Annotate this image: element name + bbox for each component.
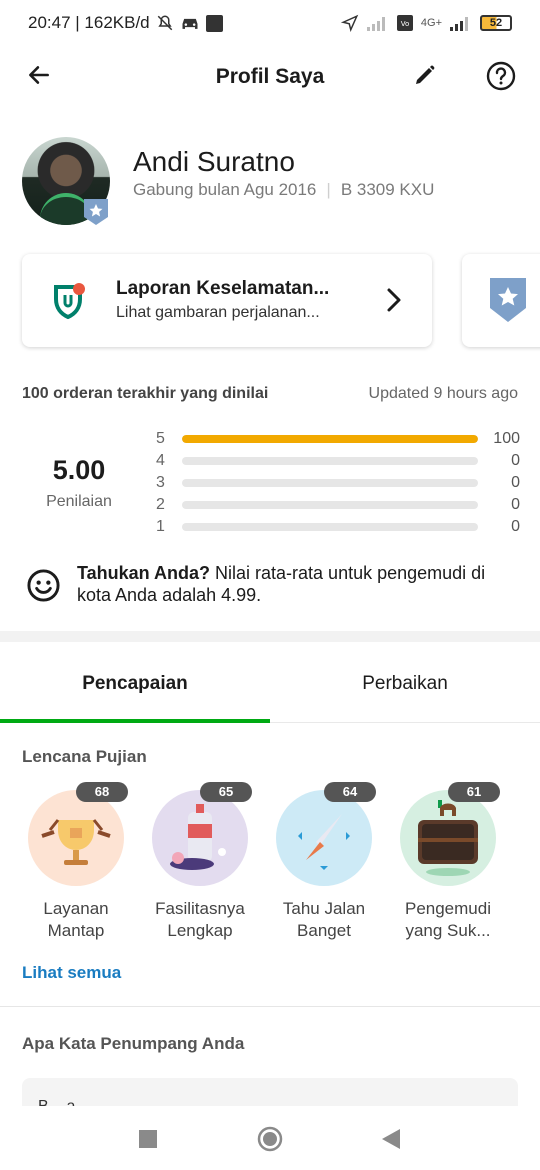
star-badge-icon <box>84 199 108 225</box>
rating-header: 100 orderan terakhir yang dinilai Update… <box>22 385 518 403</box>
join-date: Gabung bulan Agu 2016 <box>133 180 317 199</box>
volte-icon: Vo <box>396 15 413 31</box>
star-level: 2 <box>156 496 165 513</box>
recents-button[interactable] <box>133 1124 163 1154</box>
app-bar: Profil Saya <box>0 46 540 108</box>
star-level: 5 <box>156 430 165 447</box>
help-icon <box>486 61 516 91</box>
trophy-icon <box>41 819 111 865</box>
back-nav-button[interactable] <box>376 1124 406 1154</box>
rating-count: 0 <box>511 518 520 535</box>
home-circle-icon <box>257 1126 283 1152</box>
badge-circle <box>28 790 124 886</box>
compliments-title: Lencana Pujian <box>22 747 147 766</box>
rating-score: 5.00 <box>52 455 106 485</box>
updated-time: Updated 9 hours ago <box>368 385 518 402</box>
rating-count: 0 <box>511 474 520 491</box>
badge-label: Tahu Jalan Banget <box>282 899 366 940</box>
profile-subtitle: Gabung bulan Agu 2016 | B 3309 KXU <box>133 180 434 200</box>
badge-count: 68 <box>76 782 128 802</box>
star-level: 4 <box>156 452 165 469</box>
bottle-icon <box>170 804 226 870</box>
edit-pencil-icon <box>416 65 435 84</box>
rating-tip: Tahukan Anda? Nilai rata-rata untuk peng… <box>26 562 496 606</box>
safety-card-title: Laporan Keselamatan... <box>116 278 330 299</box>
svg-text:Vo: Vo <box>401 20 410 28</box>
car-icon <box>182 18 198 29</box>
license-plate: B 3309 KXU <box>340 180 435 199</box>
rating-row-3: 3 0 <box>156 472 526 494</box>
signal-icon <box>366 17 385 31</box>
star-level: 3 <box>156 474 165 491</box>
divider <box>0 1006 540 1007</box>
location-arrow-icon <box>340 14 359 32</box>
rating-bar-track <box>182 479 478 487</box>
rating-count: 0 <box>511 452 520 469</box>
smiley-icon <box>27 569 60 602</box>
safety-report-card[interactable]: Laporan Keselamatan... Lihat gambaran pe… <box>22 254 432 347</box>
tab-improvements[interactable]: Perbaikan <box>270 643 540 722</box>
tab-achievements[interactable]: Pencapaian <box>0 643 270 723</box>
rating-bar-track <box>182 523 478 531</box>
rating-bar-track <box>182 457 478 465</box>
passenger-feedback-title: Apa Kata Penumpang Anda <box>22 1034 245 1053</box>
status-bar: 20:47 | 162KB/d Vo 4G+ 52 <box>0 0 540 46</box>
badge-count: 61 <box>448 782 500 802</box>
suitcase-icon <box>418 800 478 876</box>
status-left: 20:47 | 162KB/d <box>28 13 223 33</box>
separator: | <box>326 180 331 199</box>
profile-name: Andi Suratno <box>133 146 295 177</box>
signal-icon-2 <box>450 17 468 31</box>
rating-bar-fill <box>182 435 478 443</box>
system-nav-bar <box>0 1106 540 1170</box>
rating-bar-track <box>182 435 478 443</box>
tab-bar: Pencapaian Perbaikan <box>0 643 540 723</box>
mute-bell-icon <box>157 15 172 31</box>
rated-orders-label: 100 orderan terakhir yang dinilai <box>22 385 269 402</box>
tip-text: Tahukan Anda? Nilai rata-rata untuk peng… <box>77 562 496 606</box>
badge-label: Fasilitasnya Lengkap <box>155 899 245 940</box>
compass-icon <box>298 814 350 870</box>
home-button[interactable] <box>255 1124 285 1154</box>
rating-row-2: 2 0 <box>156 494 526 516</box>
network-type: 4G+ <box>420 17 442 29</box>
triangle-back-icon <box>382 1129 400 1149</box>
edit-button[interactable] <box>410 60 440 90</box>
status-time-speed: 20:47 | 162KB/d <box>28 13 150 32</box>
badge-circle <box>276 790 372 886</box>
battery-icon: 52 <box>480 15 512 31</box>
app-notification-icon <box>205 14 223 32</box>
status-right: Vo 4G+ 52 <box>340 14 512 32</box>
section-divider <box>0 631 540 642</box>
help-button[interactable] <box>485 60 517 92</box>
shield-icon <box>54 283 85 320</box>
rating-row-5: 5 100 <box>156 428 526 450</box>
rating-count: 0 <box>511 496 520 513</box>
chevron-right-icon <box>387 288 401 312</box>
square-icon <box>139 1130 157 1148</box>
badge-circle <box>400 790 496 886</box>
badge-label: Layanan Mantap <box>43 899 109 940</box>
rating-bar-track <box>182 501 478 509</box>
tip-bold: Tahukan Anda? <box>77 563 211 583</box>
see-all-link[interactable]: Lihat semua <box>22 963 121 983</box>
safety-card-subtitle: Lihat gambaran perjalanan... <box>116 304 320 321</box>
page-title: Profil Saya <box>215 65 325 88</box>
driver-badge-card[interactable] <box>462 254 540 347</box>
star-level: 1 <box>156 518 165 535</box>
rating-breakdown: 5 100 4 0 3 0 2 0 1 0 <box>156 428 526 538</box>
badge-count: 64 <box>324 782 376 802</box>
rating-score-label: Penilaian <box>46 493 112 510</box>
avatar-wrapper[interactable] <box>22 137 110 225</box>
rating-row-4: 4 0 <box>156 450 526 472</box>
rating-count: 100 <box>493 430 520 447</box>
badge-count: 65 <box>200 782 252 802</box>
badge-label: Pengemudi yang Suk... <box>404 899 491 940</box>
star-badge-icon <box>490 278 526 322</box>
rating-row-1: 1 0 <box>156 516 526 538</box>
badge-circle <box>152 790 248 886</box>
